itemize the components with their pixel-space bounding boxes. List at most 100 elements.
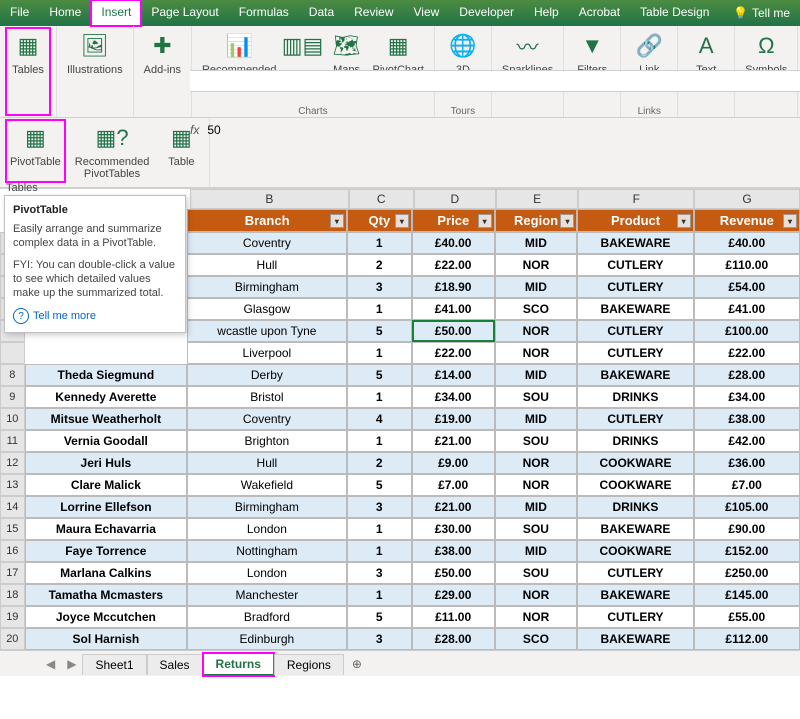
cell-rev[interactable]: £110.00 <box>694 254 800 276</box>
cell-qty[interactable]: 2 <box>347 254 412 276</box>
row-number[interactable]: 14 <box>0 496 25 518</box>
cell-qty[interactable]: 5 <box>347 320 412 342</box>
cell-branch[interactable]: Hull <box>187 254 347 276</box>
cell-region[interactable]: MID <box>495 496 578 518</box>
row-number[interactable]: 19 <box>0 606 25 628</box>
cell-price[interactable]: £21.00 <box>412 430 495 452</box>
cell-branch[interactable]: London <box>187 562 347 584</box>
cell-product[interactable]: CUTLERY <box>577 342 693 364</box>
cell-name[interactable]: Tamatha Mcmasters <box>25 584 187 606</box>
menu-tab-acrobat[interactable]: Acrobat <box>569 0 630 26</box>
cell-rev[interactable]: £40.00 <box>694 232 800 254</box>
cell-qty[interactable]: 3 <box>347 562 412 584</box>
cell-price[interactable]: £38.00 <box>412 540 495 562</box>
cell-price[interactable]: £50.00 <box>412 320 495 342</box>
menu-tab-insert[interactable]: Insert <box>91 0 141 26</box>
cell-price[interactable]: £30.00 <box>412 518 495 540</box>
cell-rev[interactable]: £28.00 <box>694 364 800 386</box>
cell-branch[interactable]: Glasgow <box>187 298 347 320</box>
cell-branch[interactable]: Manchester <box>187 584 347 606</box>
cell-price[interactable]: £28.00 <box>412 628 495 650</box>
menu-tab-view[interactable]: View <box>404 0 450 26</box>
cell-price[interactable]: £19.00 <box>412 408 495 430</box>
menu-tab-home[interactable]: Home <box>39 0 91 26</box>
cell-product[interactable]: CUTLERY <box>577 254 693 276</box>
cell-branch[interactable]: Coventry <box>187 408 347 430</box>
cell-name[interactable]: Vernia Goodall <box>25 430 187 452</box>
cell-region[interactable]: SOU <box>495 518 578 540</box>
cell-price[interactable]: £7.00 <box>412 474 495 496</box>
cell-region[interactable]: SOU <box>495 562 578 584</box>
cell-branch[interactable]: Bradford <box>187 606 347 628</box>
ribbon-btn-add-ins[interactable]: ✚Add-ins <box>140 28 185 115</box>
cell-region[interactable]: SCO <box>495 628 578 650</box>
cell-rev[interactable]: £22.00 <box>694 342 800 364</box>
row-number[interactable]: 18 <box>0 584 25 606</box>
cell-price[interactable]: £22.00 <box>412 342 495 364</box>
cell-branch[interactable]: Wakefield <box>187 474 347 496</box>
sheet-nav-prev[interactable]: ◀ <box>40 657 61 671</box>
cell-rev[interactable]: £100.00 <box>694 320 800 342</box>
cell-region[interactable]: MID <box>495 408 578 430</box>
row-number[interactable]: 15 <box>0 518 25 540</box>
cell-price[interactable]: £18.90 <box>412 276 495 298</box>
cell-region[interactable]: NOR <box>495 254 578 276</box>
ribbon-btn-icn1[interactable]: ▥▤ <box>281 28 325 104</box>
cell-qty[interactable]: 1 <box>347 584 412 606</box>
cell-product[interactable]: DRINKS <box>577 386 693 408</box>
header-price[interactable]: Price▾ <box>412 209 495 232</box>
tell-me[interactable]: 💡Tell me <box>723 0 800 26</box>
row-number[interactable]: 12 <box>0 452 25 474</box>
ribbon-btn-pivotchart[interactable]: ▦PivotChart <box>369 28 428 104</box>
cell-rev[interactable]: £112.00 <box>694 628 800 650</box>
ribbon-btn-maps[interactable]: 🗺Maps <box>325 28 369 104</box>
cell-name[interactable]: Joyce Mccutchen <box>25 606 187 628</box>
row-number[interactable]: 11 <box>0 430 25 452</box>
cell-qty[interactable]: 1 <box>347 518 412 540</box>
cell-branch[interactable]: Birmingham <box>187 276 347 298</box>
cell-rev[interactable]: £38.00 <box>694 408 800 430</box>
formula-value[interactable]: 50 <box>207 123 220 137</box>
cell-qty[interactable]: 3 <box>347 628 412 650</box>
cell-branch[interactable]: Coventry <box>187 232 347 254</box>
cell-region[interactable]: MID <box>495 232 578 254</box>
cell-region[interactable]: MID <box>495 364 578 386</box>
ribbon-btn-tables[interactable]: ▦Tables <box>6 28 50 115</box>
col-header-G[interactable]: G <box>694 189 800 209</box>
cell-product[interactable]: COOKWARE <box>577 474 693 496</box>
cell-region[interactable]: MID <box>495 540 578 562</box>
filter-dropdown-product[interactable]: ▾ <box>677 214 691 228</box>
cell-region[interactable]: NOR <box>495 474 578 496</box>
menu-tab-table-design[interactable]: Table Design <box>630 0 719 26</box>
cell-rev[interactable]: £105.00 <box>694 496 800 518</box>
cell-rev[interactable]: £54.00 <box>694 276 800 298</box>
row-number[interactable]: 20 <box>0 628 25 650</box>
tooltip-tell-me-more[interactable]: Tell me more <box>13 308 177 324</box>
menu-tab-help[interactable]: Help <box>524 0 569 26</box>
menu-tab-review[interactable]: Review <box>344 0 403 26</box>
cell-product[interactable]: BAKEWARE <box>577 232 693 254</box>
cell-qty[interactable]: 3 <box>347 496 412 518</box>
cell-qty[interactable]: 5 <box>347 474 412 496</box>
add-sheet-button[interactable]: ⊕ <box>344 654 370 674</box>
cell-region[interactable]: SOU <box>495 430 578 452</box>
cell-rev[interactable]: £250.00 <box>694 562 800 584</box>
header-region[interactable]: Region▾ <box>495 209 578 232</box>
sheet-tab-returns[interactable]: Returns <box>203 653 274 676</box>
menu-tab-data[interactable]: Data <box>299 0 344 26</box>
row-number[interactable]: 10 <box>0 408 25 430</box>
cell-qty[interactable]: 4 <box>347 408 412 430</box>
cell-qty[interactable]: 1 <box>347 342 412 364</box>
cell-name[interactable]: Faye Torrence <box>25 540 187 562</box>
cell-branch[interactable]: Hull <box>187 452 347 474</box>
col-header-B[interactable]: B <box>190 189 349 209</box>
cell-price[interactable]: £29.00 <box>412 584 495 606</box>
tables-sub-recommended[interactable]: ▦?RecommendedPivotTables <box>71 120 154 182</box>
cell-name[interactable]: Sol Harnish <box>25 628 187 650</box>
cell-product[interactable]: COOKWARE <box>577 540 693 562</box>
row-number[interactable] <box>0 342 25 364</box>
cell-price[interactable]: £14.00 <box>412 364 495 386</box>
header-qty[interactable]: Qty▾ <box>347 209 412 232</box>
cell-qty[interactable]: 1 <box>347 232 412 254</box>
cell-name[interactable]: Theda Siegmund <box>25 364 187 386</box>
